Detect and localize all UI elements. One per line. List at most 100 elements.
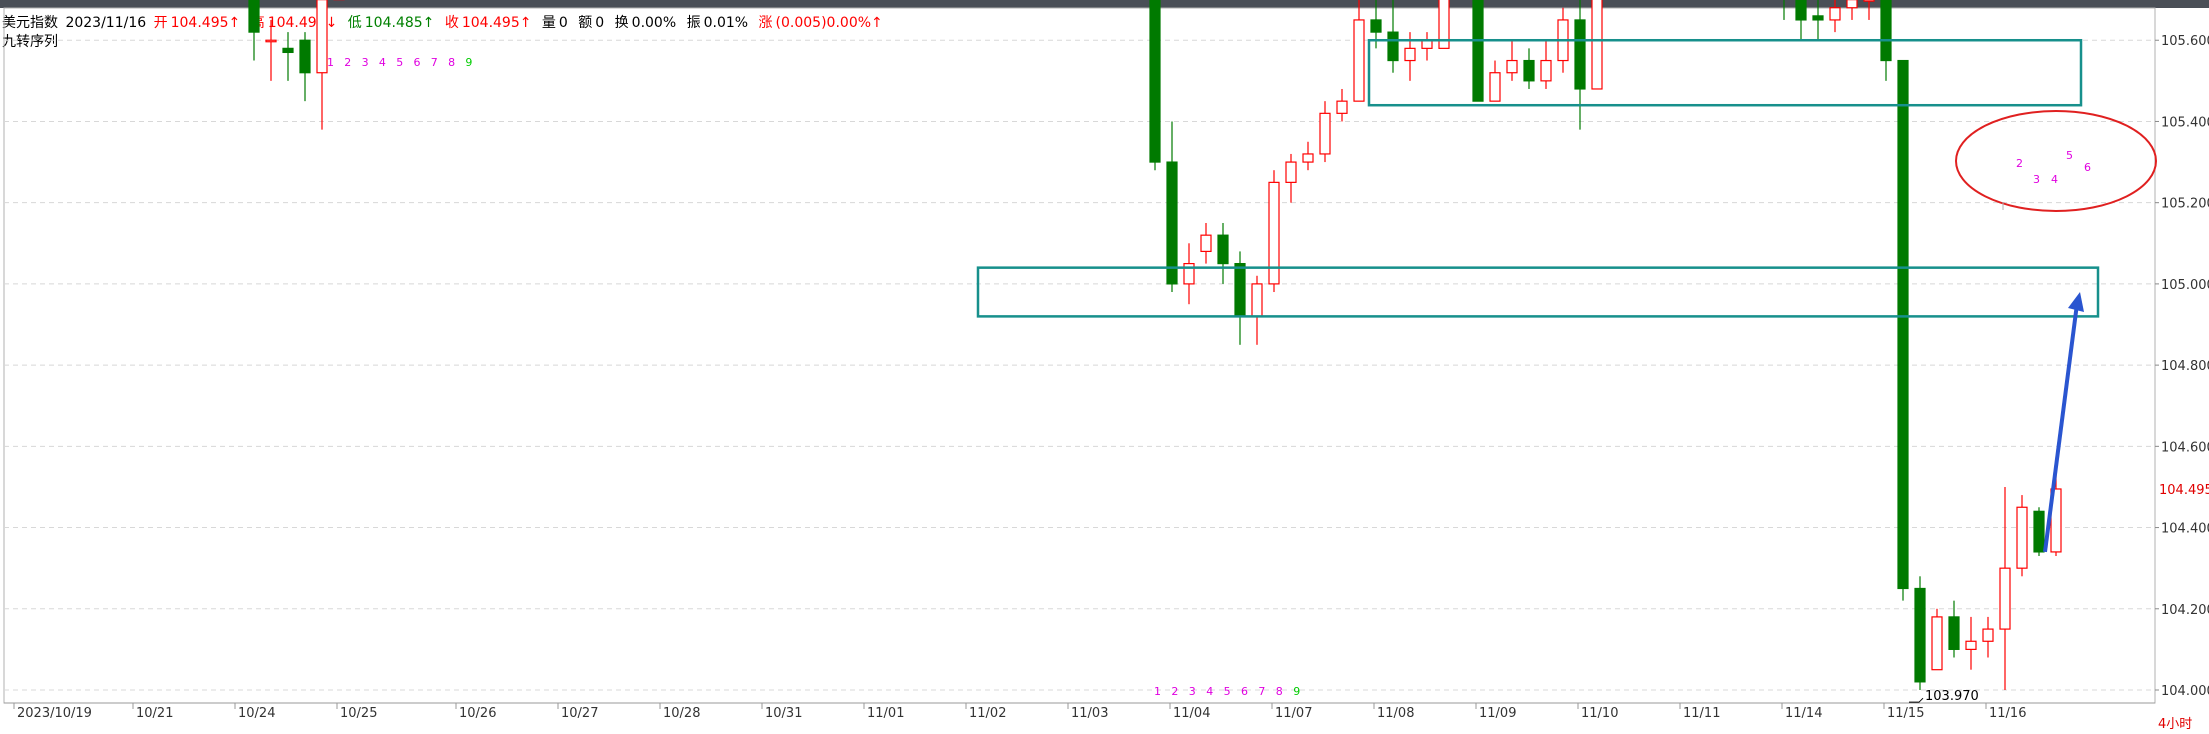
x-tick-label: 11/03 xyxy=(1071,706,1108,721)
td-sequence-bottom: 9 xyxy=(1293,685,1300,698)
x-tick-label: 11/11 xyxy=(1683,706,1720,721)
candle-down xyxy=(1948,616,1960,650)
candle-up xyxy=(1506,59,1518,74)
td-sequence-bottom: 6 xyxy=(1241,685,1248,698)
low-marker-label: 103.970 xyxy=(1925,689,1979,704)
period-selector[interactable]: 4小时 xyxy=(2158,713,2192,732)
x-tick-label: 2023/10/19 xyxy=(17,706,92,721)
candle-up xyxy=(1319,112,1331,155)
candle-down xyxy=(1387,31,1399,62)
plot-frame xyxy=(3,7,2156,704)
candle-up xyxy=(265,39,277,43)
x-tick-label: 10/21 xyxy=(136,706,173,721)
x-tick-label: 10/24 xyxy=(238,706,275,721)
candle-up xyxy=(1863,0,1875,2)
candle-up xyxy=(2016,506,2028,569)
td-sequence-top: 3 xyxy=(362,56,369,69)
candle-down xyxy=(248,0,260,33)
td-sequence-bottom: 8 xyxy=(1276,685,1283,698)
y-tick-label: 105.000 xyxy=(2161,278,2209,293)
y-tick-label: 105.400 xyxy=(2161,115,2209,130)
candle-down xyxy=(1472,0,1484,102)
x-tick-label: 11/08 xyxy=(1377,706,1414,721)
candle-up xyxy=(1353,19,1365,102)
td-sequence-bottom: 4 xyxy=(1206,685,1213,698)
td-sequence-top: 1 xyxy=(327,56,334,69)
td-sequence-bottom: 7 xyxy=(1258,685,1265,698)
candle-down xyxy=(1166,161,1178,285)
candle-up xyxy=(1251,283,1263,317)
last-price-label: 104.495 xyxy=(2159,483,2209,498)
x-tick-label: 11/16 xyxy=(1989,706,2026,721)
x-tick-label: 11/04 xyxy=(1173,706,1210,721)
y-tick-label: 105.200 xyxy=(2161,197,2209,212)
candle-up xyxy=(1965,640,1977,650)
y-tick-label: 104.400 xyxy=(2161,522,2209,537)
x-tick-label: 11/14 xyxy=(1785,706,1822,721)
x-tick-label: 11/10 xyxy=(1581,706,1618,721)
candle-down xyxy=(1234,262,1246,317)
candle-up xyxy=(1999,567,2011,630)
y-tick-label: 105.600 xyxy=(2161,34,2209,49)
td-sequence-top: 4 xyxy=(379,56,386,69)
td-sequence-top: 6 xyxy=(414,56,421,69)
x-tick-label: 11/09 xyxy=(1479,706,1516,721)
trend-arrow-head xyxy=(2068,292,2084,313)
td-sequence-top: 8 xyxy=(448,56,455,69)
y-tick-label: 104.200 xyxy=(2161,603,2209,618)
x-tick-label: 10/28 xyxy=(663,706,700,721)
candle-up xyxy=(1931,616,1943,671)
x-tick-label: 11/15 xyxy=(1887,706,1924,721)
candle-up xyxy=(1336,100,1348,114)
td-sequence-bottom: 3 xyxy=(1189,685,1196,698)
candle-down xyxy=(1812,15,1824,21)
highlight-circle xyxy=(1955,110,2157,212)
candle-down xyxy=(1574,19,1586,90)
td-sequence-circle: 2 xyxy=(2016,157,2023,170)
td-sequence-bottom: 5 xyxy=(1224,685,1231,698)
candle-down xyxy=(1795,0,1807,21)
candle-down xyxy=(282,47,294,54)
candle-down xyxy=(1897,59,1909,590)
td-sequence-bottom: 1 xyxy=(1154,685,1161,698)
td-sequence-circle: 4 xyxy=(2051,173,2058,186)
x-tick-label: 11/01 xyxy=(867,706,904,721)
td-sequence-top: 9 xyxy=(465,56,472,69)
y-tick-label: 104.800 xyxy=(2161,359,2209,374)
candle-up xyxy=(1540,59,1552,82)
candlestick-chart[interactable]: 107.000106.800106.600106.400106.200106.0… xyxy=(0,0,2209,734)
x-tick-label: 10/31 xyxy=(765,706,802,721)
candle-down xyxy=(1370,19,1382,33)
candle-up xyxy=(1489,72,1501,102)
td-sequence-top: 2 xyxy=(344,56,351,69)
candle-up xyxy=(316,0,328,74)
candle-up xyxy=(1200,234,1212,253)
candle-up xyxy=(1829,7,1841,21)
candle-up xyxy=(1285,161,1297,183)
candle-down xyxy=(2033,510,2045,553)
candle-up xyxy=(1302,153,1314,163)
x-tick-label: 10/26 xyxy=(459,706,496,721)
x-tick-label: 10/27 xyxy=(561,706,598,721)
candle-down xyxy=(1523,59,1535,82)
candle-down xyxy=(299,39,311,74)
td-sequence-circle: 3 xyxy=(2033,173,2040,186)
y-tick-label: 104.600 xyxy=(2161,440,2209,455)
td-sequence-circle: 5 xyxy=(2066,149,2073,162)
td-sequence-circle: 6 xyxy=(2084,161,2091,174)
x-tick-label: 10/25 xyxy=(340,706,377,721)
candle-up xyxy=(1846,0,1858,9)
candle-up xyxy=(1591,0,1603,90)
candle-up xyxy=(1982,628,1994,642)
candle-up xyxy=(1404,47,1416,62)
y-tick-label: 104.000 xyxy=(2161,684,2209,699)
candle-down xyxy=(1880,0,1892,62)
td-sequence-top: 7 xyxy=(431,56,438,69)
low-marker-line xyxy=(1909,697,1924,703)
x-tick-label: 11/02 xyxy=(969,706,1006,721)
td-sequence-bottom: 2 xyxy=(1171,685,1178,698)
candle-down xyxy=(1149,0,1161,163)
candle-down xyxy=(1914,587,1926,683)
candle-down xyxy=(1217,234,1229,265)
support-zone-box xyxy=(976,266,2100,318)
